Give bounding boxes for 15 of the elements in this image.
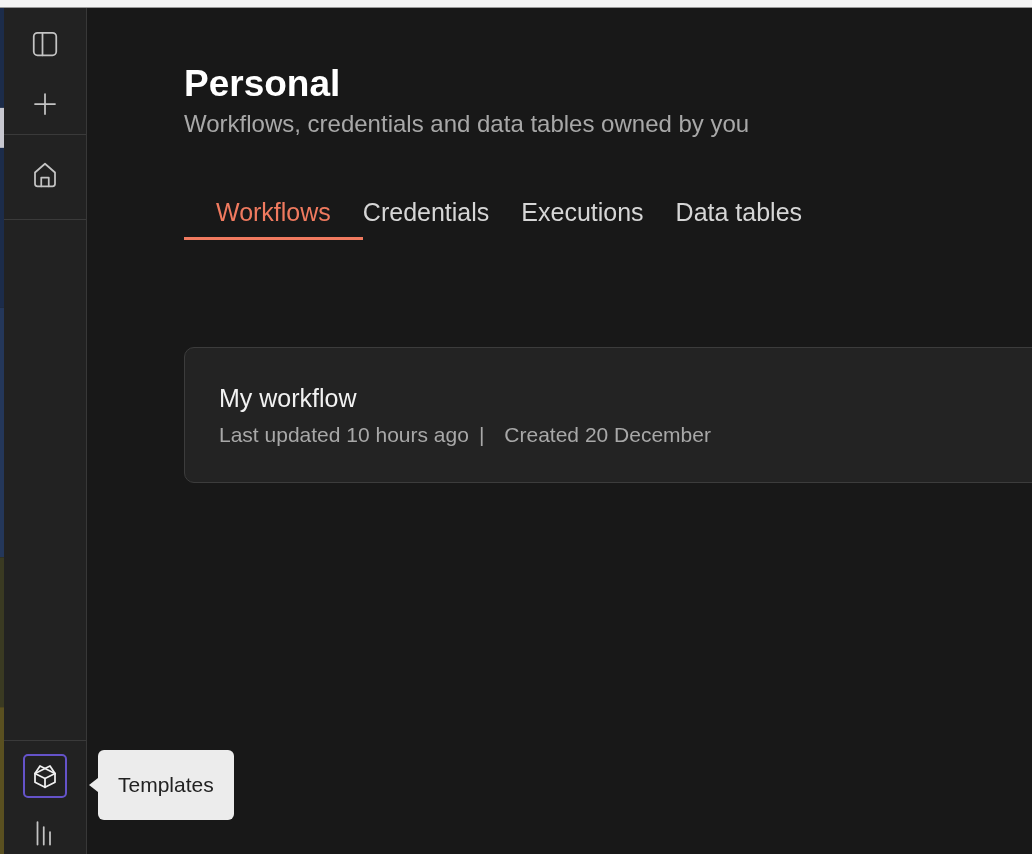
tab[interactable]: Executions (521, 188, 644, 240)
page-subtitle: Workflows, credentials and data tables owned by you (184, 110, 751, 138)
panel-icon (30, 29, 60, 59)
updated-text: Last updated 10 hours ago (219, 423, 469, 447)
templates-button[interactable] (23, 754, 67, 798)
tooltip: Templates (98, 750, 234, 820)
tab[interactable]: Workflows (184, 188, 363, 240)
tab[interactable]: Data tables (675, 188, 803, 240)
created-text: Created 20 December (504, 423, 711, 447)
workflow-name: My workflow (219, 384, 358, 413)
tooltip-pointer (89, 778, 98, 792)
separator: | (478, 423, 485, 447)
page-title: Personal (184, 64, 342, 104)
tab[interactable]: Credentials (362, 188, 490, 240)
workflow-card[interactable]: My workflow Last updated 10 hours ago | Created 20 December (184, 347, 1032, 483)
